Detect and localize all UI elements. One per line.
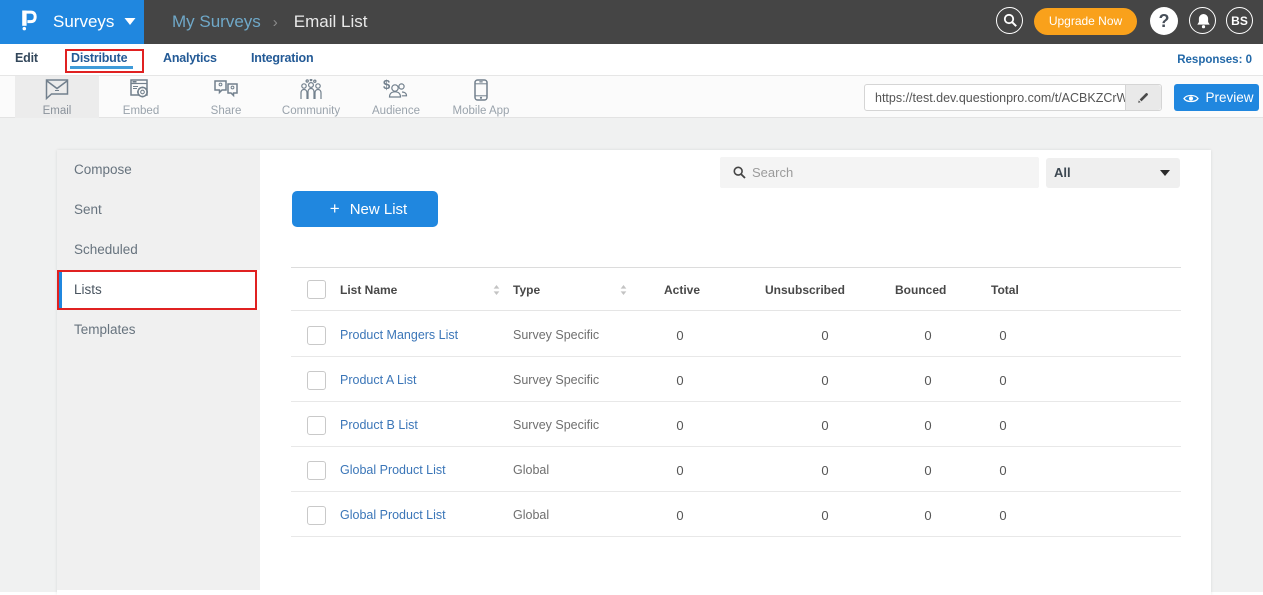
svg-text:$: $ — [383, 79, 391, 92]
